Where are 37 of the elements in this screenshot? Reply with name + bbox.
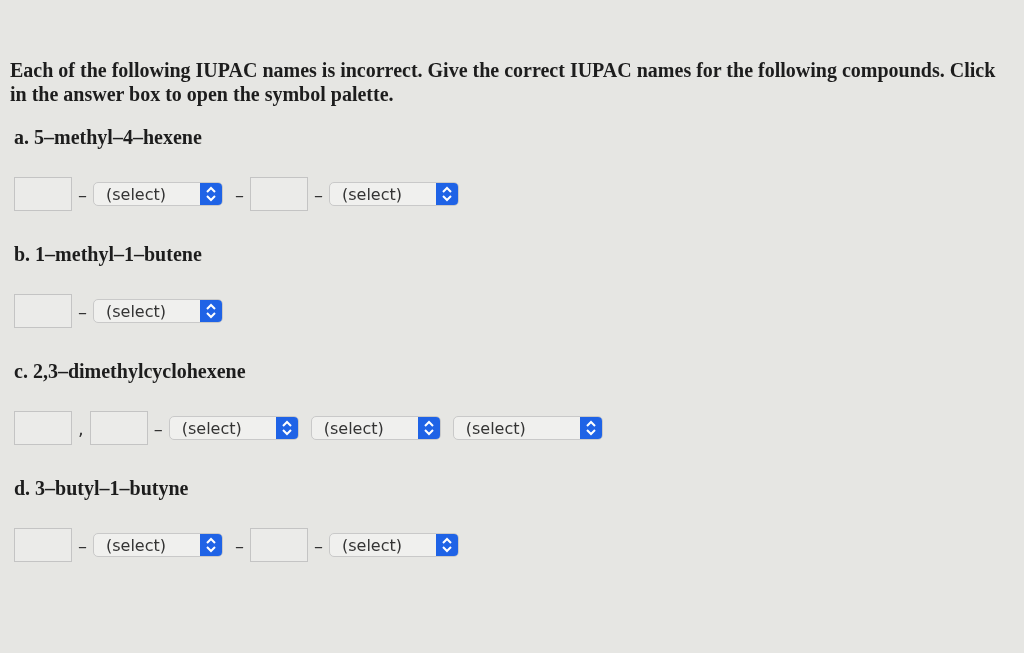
chevron-icon [275, 417, 298, 439]
answer-box[interactable] [14, 411, 72, 445]
select-dropdown[interactable]: (select) [310, 416, 441, 440]
instructions-text: Each of the following IUPAC names is incorrect. Give the correct IUPAC names for the following compounds. Click in the answer box to open the symbol palette. [10, 58, 997, 106]
separator-text: – [153, 417, 163, 439]
chevron-icon [417, 417, 440, 439]
separator-text: – [235, 534, 244, 556]
select-dropdown[interactable]: (select) [93, 182, 223, 206]
separator-text: – [235, 183, 244, 205]
answer-box[interactable] [250, 177, 308, 211]
separator-text: – [314, 183, 323, 205]
select-dropdown[interactable]: (select) [452, 416, 603, 440]
chevron-icon [579, 417, 602, 439]
chevron-icon [200, 534, 222, 556]
separator-text: – [78, 300, 87, 322]
separator-text: – [314, 534, 323, 556]
select-dropdown[interactable]: (select) [168, 416, 299, 440]
separator-text: , [78, 417, 84, 439]
chevron-icon [436, 534, 458, 556]
answer-box[interactable] [14, 528, 72, 562]
chevron-icon [200, 183, 222, 205]
select-dropdown[interactable]: (select) [329, 182, 459, 206]
select-dropdown[interactable]: (select) [93, 299, 223, 323]
question-label: d. 3–butyl–1–butyne [14, 477, 189, 500]
answer-box[interactable] [14, 177, 72, 211]
select-dropdown[interactable]: (select) [329, 533, 459, 557]
separator-text: – [78, 183, 87, 205]
answer-box[interactable] [89, 411, 148, 445]
question-label: c. 2,3–dimethylcyclohexene [14, 360, 246, 383]
question-label: a. 5–methyl–4–hexene [14, 126, 202, 149]
chevron-icon [436, 183, 458, 205]
answer-box[interactable] [250, 528, 308, 562]
chevron-icon [200, 300, 222, 322]
separator-text: – [78, 534, 87, 556]
answer-box[interactable] [14, 294, 72, 328]
select-dropdown[interactable]: (select) [93, 533, 223, 557]
question-label: b. 1–methyl–1–butene [14, 243, 202, 266]
